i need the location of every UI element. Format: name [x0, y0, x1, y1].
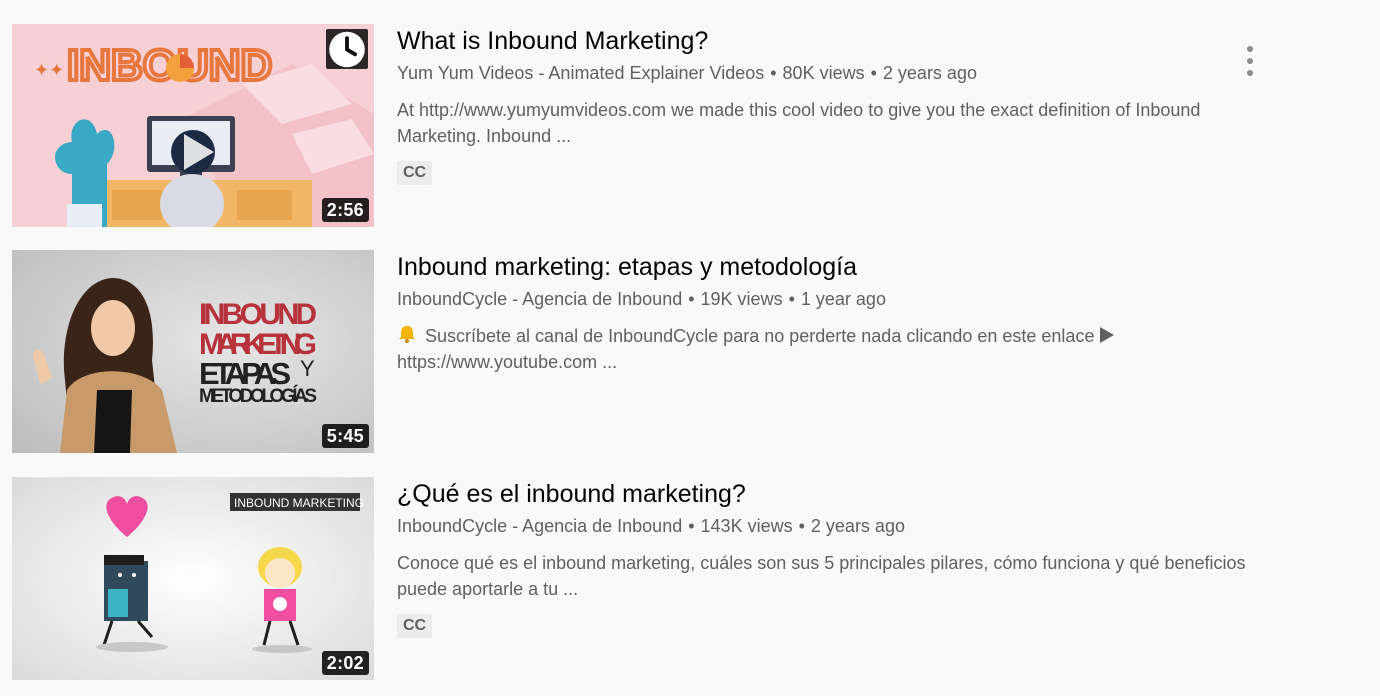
video-result-3: INBOUND MARKETING 2:02 ¿Qué es el inboun… [12, 477, 1282, 680]
more-vert-icon [1247, 46, 1253, 52]
more-actions-button[interactable] [1242, 46, 1258, 76]
duration-badge: 2:56 [321, 198, 369, 222]
upload-age: 2 years ago [810, 516, 905, 536]
video-thumbnail[interactable]: INBOUND MARKETING ETAPAS Y METODOLOGÍAS … [12, 250, 374, 453]
view-count: 19K views [700, 289, 783, 309]
svg-text:✦✦: ✦✦ [34, 60, 64, 81]
video-byline: InboundCycle - Agencia de Inbound • 143K v… [397, 514, 1267, 538]
video-title[interactable]: What is Inbound Marketing? [397, 26, 1267, 56]
thumbnail-art-que-es: INBOUND MARKETING [12, 477, 374, 680]
video-thumbnail[interactable]: INBOUND MARKETING 2:02 [12, 477, 374, 680]
video-byline: Yum Yum Videos - Animated Explainer Vide… [397, 61, 1267, 85]
clock-icon [329, 31, 365, 67]
cc-badge: CC [397, 161, 433, 185]
description-link[interactable]: https://www.youtube.com ... [397, 352, 617, 372]
video-description: At http://www.yumyumvideos.com we made t… [397, 100, 1201, 146]
video-meta: What is Inbound Marketing? Yum Yum Video… [397, 24, 1267, 227]
thumb-line-1: INBOUND [199, 298, 317, 331]
channel-name[interactable]: InboundCycle - Agencia de Inbound [397, 289, 682, 309]
view-count: 80K views [782, 63, 865, 83]
video-meta: Inbound marketing: etapas y metodología … [397, 250, 1267, 453]
upload-age: 1 year ago [800, 289, 886, 309]
thumb-line-5: METODOLOGÍAS [199, 385, 317, 407]
separator: • [770, 63, 777, 83]
separator: • [688, 289, 695, 309]
separator: • [870, 63, 877, 83]
video-description: Conoce qué es el inbound marketing, cuál… [397, 553, 1246, 599]
thumbnail-art-inbound: INBOUND ✦✦ Yum [12, 24, 374, 227]
separator: • [788, 289, 795, 309]
channel-name[interactable]: InboundCycle - Agencia de Inbound [397, 516, 682, 536]
video-result-2: INBOUND MARKETING ETAPAS Y METODOLOGÍAS … [12, 250, 1282, 453]
play-triangle-icon [1100, 327, 1115, 343]
video-meta: ¿Qué es el inbound marketing? InboundCyc… [397, 477, 1267, 680]
video-thumbnail[interactable]: INBOUND ✦✦ Yum 2:56 [12, 24, 374, 227]
cc-badge: CC [397, 614, 433, 638]
duration-badge: 2:02 [321, 651, 369, 675]
watch-later-button[interactable] [326, 29, 368, 69]
video-title[interactable]: ¿Qué es el inbound marketing? [397, 479, 1267, 509]
separator: • [798, 516, 805, 536]
separator: • [688, 516, 695, 536]
view-count: 143K views [700, 516, 793, 536]
duration-badge: 5:45 [321, 424, 369, 448]
thumbnail-art-etapas: INBOUND MARKETING ETAPAS Y METODOLOGÍAS [12, 250, 374, 453]
bell-icon [399, 326, 415, 343]
video-title[interactable]: Inbound marketing: etapas y metodología [397, 252, 1267, 282]
thumb-line-4: Y [300, 356, 315, 381]
video-result-1: INBOUND ✦✦ Yum 2:56 What is I [12, 24, 1282, 227]
description-text: Suscríbete al canal de InboundCycle para… [425, 326, 1095, 346]
channel-name[interactable]: Yum Yum Videos - Animated Explainer Vide… [397, 63, 764, 83]
upload-age: 2 years ago [882, 63, 977, 83]
video-description: Suscríbete al canal de InboundCycle para… [397, 323, 1277, 375]
video-byline: InboundCycle - Agencia de Inbound • 19K vi… [397, 287, 1267, 311]
thumb-tag: INBOUND MARKETING [234, 496, 364, 510]
